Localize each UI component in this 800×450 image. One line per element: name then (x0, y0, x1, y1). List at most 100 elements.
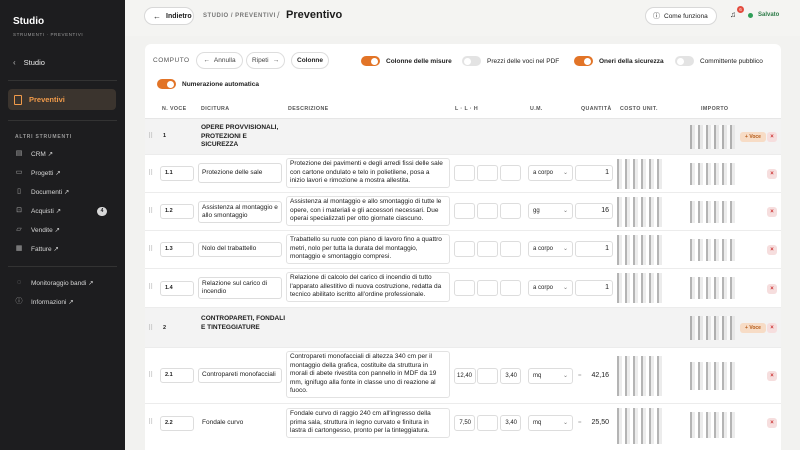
quantity-field[interactable]: 1 (575, 165, 613, 181)
cost-redacted[interactable] (617, 408, 663, 444)
sidebar-item-studio[interactable]: ‹ Studio (13, 55, 118, 69)
sidebar-item-informazioni[interactable]: ⓘ Informazioni ↗ (15, 296, 115, 308)
row-number-field[interactable]: 2.2 (160, 416, 194, 431)
unit-select[interactable]: mq ⌄ (528, 415, 573, 431)
sidebar-item-crm[interactable]: ▤ CRM ↗ (15, 148, 115, 160)
add-item-button[interactable]: + Voce (740, 323, 766, 333)
width-field[interactable] (477, 203, 498, 219)
unit-select[interactable]: a corpo ⌄ (528, 165, 573, 181)
toggle-oneri-sicurezza[interactable]: Oneri della sicurezza (574, 56, 664, 66)
cost-redacted[interactable] (617, 356, 663, 396)
drag-handle-icon[interactable]: ⠿ (148, 371, 153, 379)
delete-button[interactable]: × (767, 169, 777, 179)
toggle-switch[interactable] (361, 56, 380, 66)
breadcrumb[interactable]: STUDIO / PREVENTIVI (203, 13, 276, 19)
toggle-committente-pubblico[interactable]: Committente pubblico (675, 56, 763, 66)
toggle-switch[interactable] (157, 79, 176, 89)
cost-redacted[interactable] (617, 273, 663, 303)
dicitura-field[interactable]: Nolo del trabattello (198, 242, 282, 257)
toggle-colonne-misure[interactable]: Colonne delle misure (361, 56, 452, 66)
sidebar-item-preventivi[interactable]: Preventivi (8, 89, 116, 110)
dicitura-field[interactable]: Fondale curvo (198, 416, 282, 431)
width-field[interactable] (477, 241, 498, 257)
length-field[interactable]: 7,50 (454, 415, 475, 431)
description-field[interactable]: Assistenza al montaggio e allo smontaggi… (286, 196, 450, 226)
delete-button[interactable]: × (767, 207, 777, 217)
length-field[interactable]: 12,40 (454, 368, 476, 384)
dicitura-field[interactable]: Relazione sul carico di incendio (198, 277, 282, 299)
length-field[interactable] (454, 203, 475, 219)
table-row: ⠿ 1.1 Protezione delle sale Protezione d… (145, 155, 781, 193)
drag-handle-icon[interactable]: ⠿ (148, 207, 153, 215)
sidebar-item-progetti[interactable]: ▭ Progetti ↗ (15, 167, 115, 179)
height-field[interactable] (500, 203, 521, 219)
row-number-field[interactable]: 2.1 (160, 368, 194, 383)
toggle-switch[interactable] (462, 56, 481, 66)
dicitura-field[interactable]: Contropareti monofacciali (198, 368, 282, 383)
height-field[interactable] (500, 165, 521, 181)
dicitura-field[interactable]: Assistenza al montaggio e allo smontaggi… (198, 201, 282, 223)
delete-button[interactable]: × (767, 371, 777, 381)
description-field[interactable]: Trabattello su ruote con piano di lavoro… (286, 234, 450, 264)
length-field[interactable] (454, 280, 475, 296)
dicitura-field[interactable]: Protezione delle sale (198, 163, 282, 183)
length-field[interactable] (454, 241, 475, 257)
cost-redacted[interactable] (617, 197, 663, 227)
toggle-numerazione-automatica[interactable]: Numerazione automatica (157, 79, 259, 89)
quantity-field[interactable]: 16 (575, 203, 613, 219)
sidebar-item-acquisti[interactable]: ⊡ Acquisti ↗ 4 (15, 205, 115, 217)
toggle-switch[interactable] (574, 56, 593, 66)
drag-handle-icon[interactable]: ⠿ (148, 169, 153, 177)
cost-redacted[interactable] (617, 159, 663, 189)
width-field[interactable] (477, 368, 498, 384)
delete-button[interactable]: × (767, 418, 777, 428)
drag-handle-icon[interactable]: ⠿ (148, 132, 153, 140)
delete-button[interactable]: × (767, 245, 777, 255)
length-field[interactable] (454, 165, 475, 181)
toggle-prezzi-pdf[interactable]: Prezzi delle voci nel PDF (462, 56, 559, 66)
drag-handle-icon[interactable]: ⠿ (148, 324, 153, 332)
sidebar-item-monitoraggio[interactable]: ◌ Monitoraggio bandi ↗ (15, 277, 115, 289)
row-number-field[interactable]: 1.3 (160, 242, 194, 257)
delete-button[interactable]: × (767, 284, 777, 294)
quantity-field[interactable]: 1 (575, 241, 613, 257)
height-field[interactable] (500, 280, 521, 296)
description-field[interactable]: Relazione di calcolo del carico di incen… (286, 272, 450, 302)
delete-button[interactable]: × (767, 323, 777, 333)
width-field[interactable] (477, 165, 498, 181)
drag-handle-icon[interactable]: ⠿ (148, 283, 153, 291)
unit-select[interactable]: a corpo ⌄ (528, 280, 573, 296)
delete-button[interactable]: × (767, 132, 777, 142)
help-button[interactable]: ⓘ Come funziona (645, 7, 717, 25)
unit-select[interactable]: gg ⌄ (528, 203, 573, 219)
add-item-button[interactable]: + Voce (740, 132, 766, 142)
description-field[interactable]: Contropareti monofacciali di altezza 340… (286, 351, 450, 398)
unit-select[interactable]: a corpo ⌄ (528, 241, 573, 257)
drag-handle-icon[interactable]: ⠿ (148, 418, 153, 426)
redo-button[interactable]: Ripeti → (246, 52, 285, 69)
cost-redacted[interactable] (617, 235, 663, 265)
width-field[interactable] (477, 415, 498, 431)
bell-icon[interactable]: ♫ (728, 10, 738, 20)
undo-button[interactable]: ← Annulla (196, 52, 243, 69)
row-number-field[interactable]: 1.2 (160, 204, 194, 219)
back-button[interactable]: ← Indietro (144, 7, 194, 25)
category-title[interactable]: CONTROPARETI, FONDALI E TINTEGGIATURE (201, 315, 285, 332)
sidebar-item-fatture[interactable]: ▦ Fatture ↗ (15, 243, 115, 255)
width-field[interactable] (477, 280, 498, 296)
toggle-switch[interactable] (675, 56, 694, 66)
columns-button[interactable]: Colonne (291, 52, 329, 69)
category-title[interactable]: OPERE PROVVISIONALI, PROTEZIONI E SICURE… (201, 124, 285, 150)
height-field[interactable] (500, 241, 521, 257)
drag-handle-icon[interactable]: ⠿ (148, 245, 153, 253)
sidebar-item-vendite[interactable]: ▱ Vendite ↗ (15, 224, 115, 236)
height-field[interactable]: 3,40 (500, 415, 521, 431)
sidebar-item-documenti[interactable]: ▯ Documenti ↗ (15, 186, 115, 198)
height-field[interactable]: 3,40 (500, 368, 521, 384)
description-field[interactable]: Fondale curvo di raggio 240 cm all'ingre… (286, 408, 450, 438)
unit-select[interactable]: mq ⌄ (528, 368, 573, 384)
description-field[interactable]: Protezione dei pavimenti e degli arredi … (286, 158, 450, 188)
quantity-field[interactable]: 1 (575, 280, 613, 296)
row-number-field[interactable]: 1.1 (160, 166, 194, 181)
row-number-field[interactable]: 1.4 (160, 281, 194, 296)
